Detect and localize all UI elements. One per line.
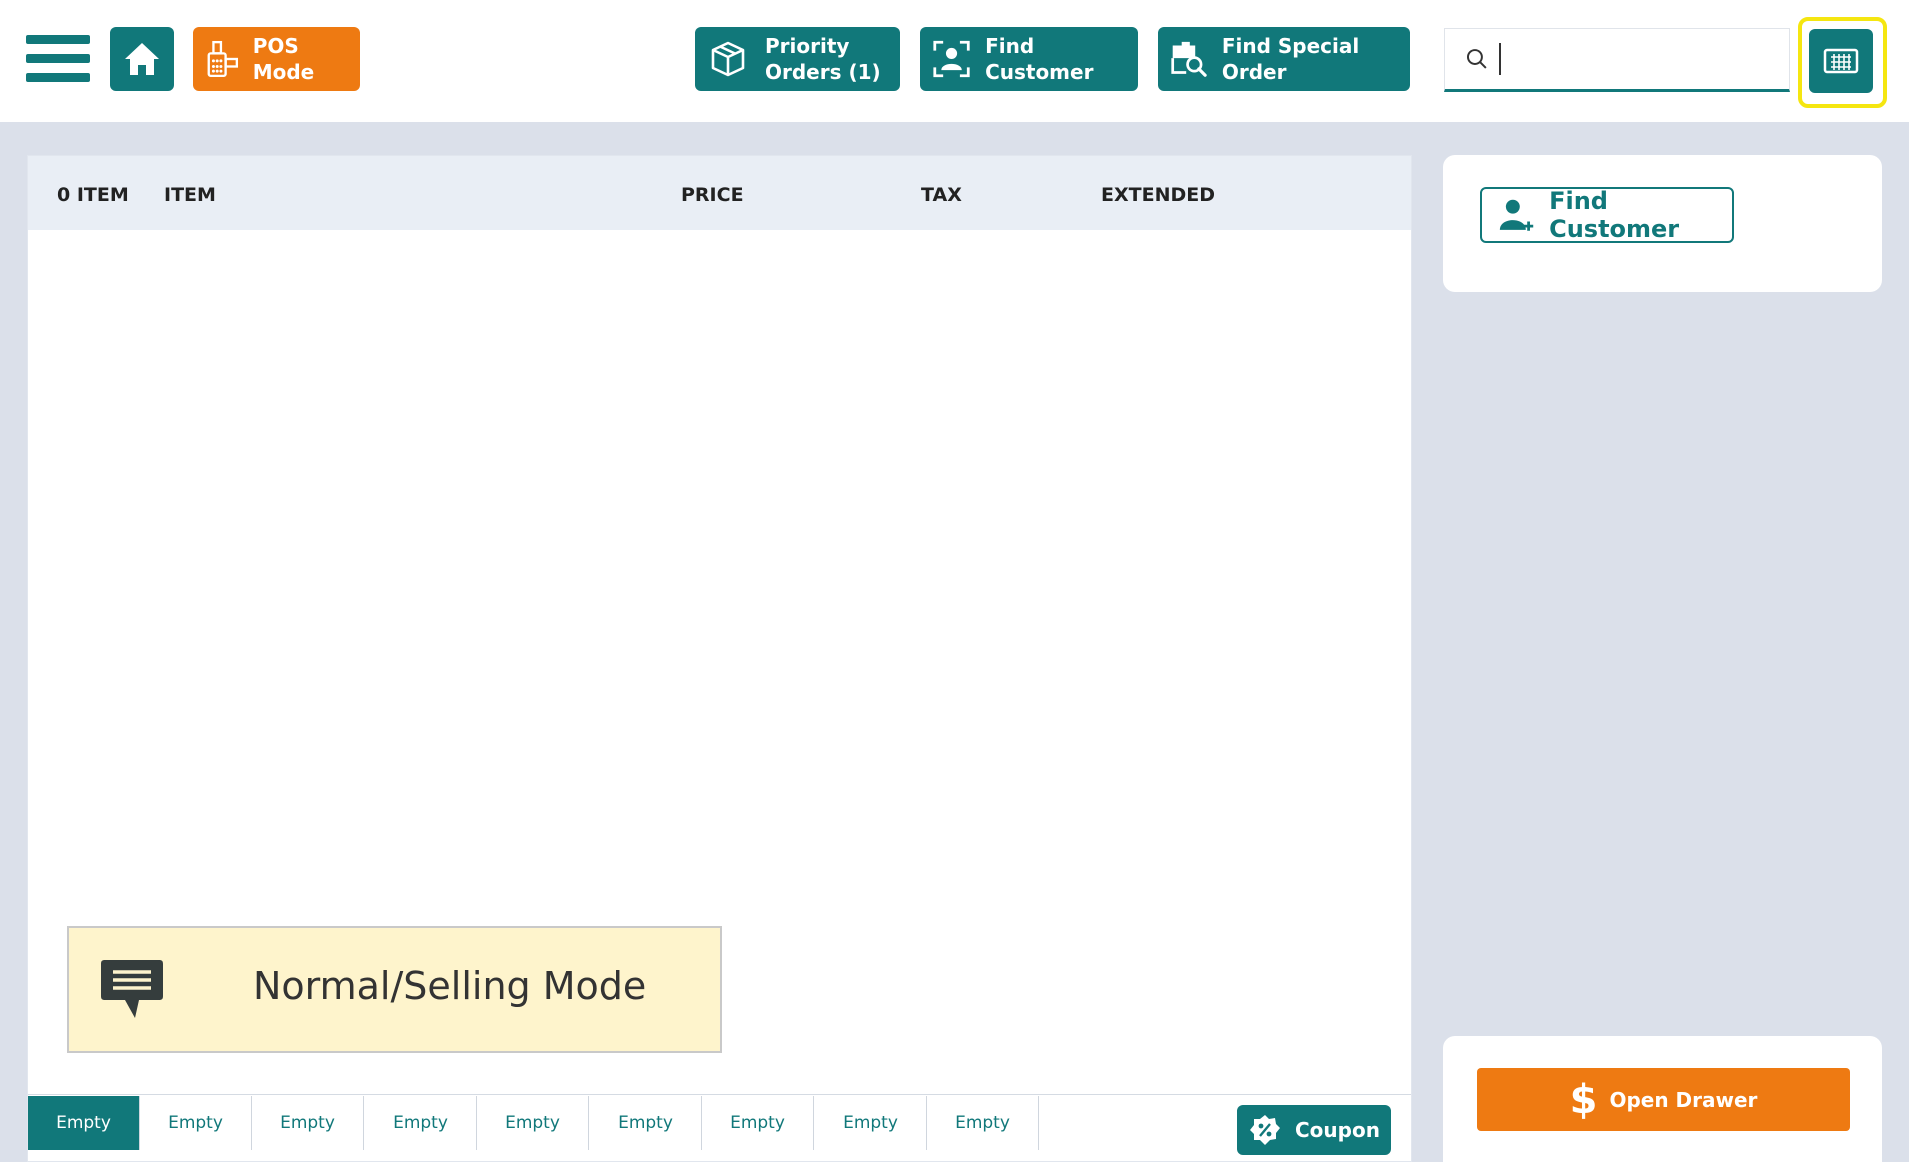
coupon-label: Coupon [1295, 1118, 1380, 1142]
order-tab[interactable]: Empty [477, 1096, 589, 1150]
find-customer-label: Find Customer [1549, 187, 1680, 243]
priority-orders-button[interactable]: Priority Orders (1) [695, 27, 900, 91]
coupon-icon [1250, 1115, 1280, 1145]
open-drawer-button[interactable]: $ Open Drawer [1477, 1068, 1850, 1131]
order-tab[interactable]: Empty [927, 1096, 1039, 1150]
coupon-button[interactable]: Coupon [1237, 1105, 1391, 1155]
home-button[interactable] [110, 27, 174, 91]
pos-mode-button[interactable]: POS Mode [193, 27, 360, 91]
priority-orders-label-line2: Orders (1) [765, 60, 881, 84]
pos-mode-label: POS Mode [252, 34, 315, 84]
drawer-card: $ Open Drawer [1443, 1036, 1882, 1162]
order-tab[interactable]: Empty [140, 1096, 252, 1150]
search-input[interactable] [1510, 47, 1789, 71]
item-column-header: ITEM [164, 184, 216, 206]
order-search-icon [1171, 41, 1207, 77]
item-count-header: 0 ITEM [57, 184, 129, 206]
find-special-order-button[interactable]: Find Special Order [1158, 27, 1410, 91]
top-bar: POS Mode Priority Orders (1) Find Custom… [0, 0, 1909, 122]
open-drawer-label: Open Drawer [1609, 1087, 1758, 1112]
table-header: 0 ITEM ITEM PRICE TAX EXTENDED [28, 156, 1411, 230]
item-list-panel: 0 ITEM ITEM PRICE TAX EXTENDED Normal/Se… [27, 155, 1412, 1162]
order-tab[interactable]: Empty [252, 1096, 364, 1150]
price-column-header: PRICE [681, 184, 744, 206]
extended-column-header: EXTENDED [1101, 184, 1215, 206]
add-person-icon [1499, 199, 1534, 231]
scan-person-icon [933, 40, 970, 78]
text-cursor [1498, 43, 1501, 75]
pos-terminal-icon [207, 40, 239, 78]
message-icon [101, 960, 163, 1018]
order-tab[interactable]: Empty [590, 1096, 702, 1150]
find-customer-top-button[interactable]: Find Customer [920, 27, 1138, 91]
find-special-order-label: Find Special Order [1221, 34, 1360, 84]
customer-card: Find Customer [1443, 155, 1882, 292]
dollar-icon: $ [1569, 1076, 1598, 1123]
hamburger-menu-icon[interactable] [26, 35, 90, 83]
priority-orders-label-line1: Priority [765, 34, 850, 58]
order-tab[interactable]: Empty [702, 1096, 814, 1150]
box-icon [711, 41, 745, 77]
order-tab[interactable]: Empty [815, 1096, 927, 1150]
home-icon [125, 43, 159, 75]
search-icon [1466, 49, 1487, 69]
search-field[interactable] [1444, 28, 1790, 92]
mode-banner-text: Normal/Selling Mode [253, 964, 647, 1008]
order-tab[interactable]: Empty [365, 1096, 477, 1150]
find-customer-top-label: Find Customer [985, 34, 1094, 84]
tax-column-header: TAX [921, 184, 962, 206]
focus-highlight [1798, 17, 1887, 108]
tabs-divider [28, 1094, 1411, 1095]
find-customer-button[interactable]: Find Customer [1480, 187, 1734, 243]
mode-banner: Normal/Selling Mode [67, 926, 722, 1053]
order-tab[interactable]: Empty [28, 1096, 140, 1150]
